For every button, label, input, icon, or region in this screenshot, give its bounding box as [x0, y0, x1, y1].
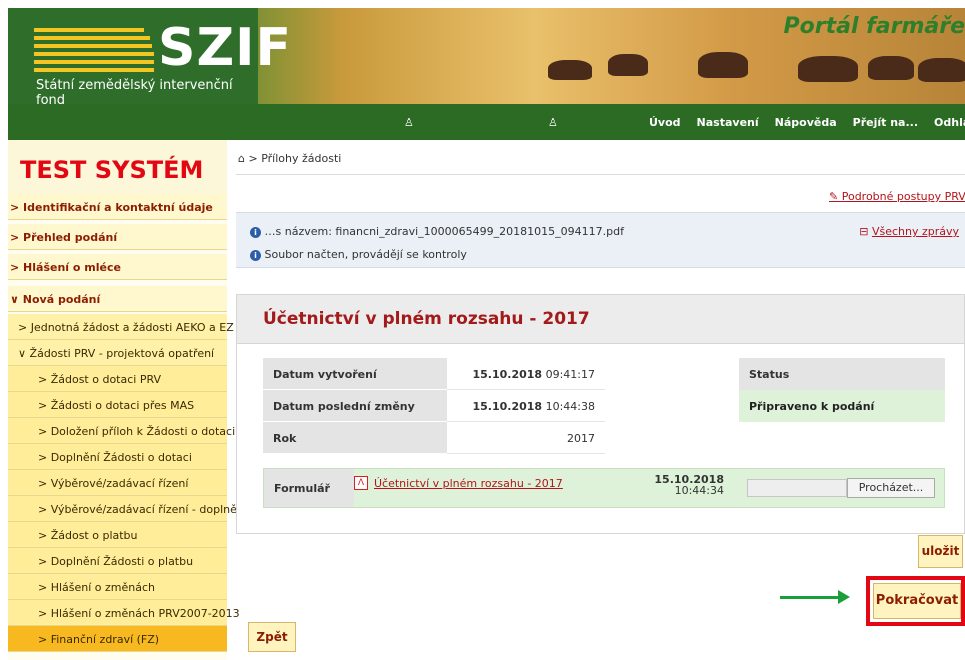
- all-messages-text: Všechny zprávy: [871, 225, 959, 238]
- sidebar-item-zadost-platbu[interactable]: > Žádost o platbu: [8, 522, 227, 548]
- sidebar-item-hlaseni-prv2007[interactable]: > Hlášení o změnách PRV2007-2013: [8, 600, 240, 626]
- created-date: 15.10.2018: [472, 368, 543, 381]
- arrow-icon: [780, 590, 850, 604]
- sidebar-item-jednotna-zadost[interactable]: > Jednotná žádost a žádosti AEKO a EZ: [8, 314, 234, 340]
- browse-button[interactable]: Procházet...: [847, 478, 935, 498]
- portal-title: Portál farmáře: [783, 14, 965, 39]
- collapse-icon: ⊟: [859, 225, 869, 238]
- sidebar-item-prv-projektova[interactable]: ∨ Žádosti PRV - projektová opatření: [8, 340, 227, 366]
- user-icon[interactable]: ♙: [548, 116, 560, 129]
- sidebar-item-prehled[interactable]: > Přehled podání: [8, 224, 227, 250]
- cow-image: [798, 56, 858, 82]
- pdf-icon: Λ: [354, 476, 368, 490]
- form-date-time: 10:44:34: [674, 484, 724, 497]
- cow-image: [548, 60, 592, 80]
- sidebar-item-mleko[interactable]: > Hlášení o mléce: [8, 254, 227, 280]
- continue-button[interactable]: Pokračovat: [873, 583, 961, 619]
- info-icon: i: [250, 250, 261, 261]
- modified-value: 15.10.2018 10:44:38: [447, 390, 605, 422]
- nav-nastaveni[interactable]: Nastavení: [689, 116, 767, 129]
- divider: [236, 174, 965, 175]
- help-link-text: Podrobné postupy PRV: [841, 190, 965, 203]
- nav-prejit-na[interactable]: Přejít na...: [845, 116, 926, 129]
- form-link[interactable]: Účetnictví v plném rozsahu - 2017: [374, 477, 563, 490]
- info-icon: i: [250, 227, 261, 238]
- modified-date: 15.10.2018: [472, 400, 543, 413]
- message-text: …s názvem: financni_zdravi_1000065499_20…: [264, 225, 624, 238]
- status-value: Připraveno k podání: [739, 390, 945, 422]
- logo-area[interactable]: SZIF Státní zemědělský intervenční fond: [8, 8, 291, 104]
- sidebar-item-zadost-dotace-prv[interactable]: > Žádost o dotaci PRV: [8, 366, 227, 392]
- logo-stripes-icon: [34, 22, 154, 78]
- created-label: Datum vytvoření: [263, 358, 447, 390]
- sidebar-item-nova-podani[interactable]: ∨ Nová podání: [8, 286, 227, 312]
- header-banner: SZIF Státní zemědělský intervenční fond …: [8, 8, 965, 104]
- message-line: i Soubor načten, provádějí se kontroly: [250, 248, 467, 261]
- created-time: 09:41:17: [545, 368, 595, 381]
- form-label: Formulář: [264, 469, 354, 507]
- top-navbar: ♙ ♙ Úvod Nastavení Nápověda Přejít na...…: [8, 104, 965, 140]
- nav-odhlasit[interactable]: Odhlásit: [926, 116, 965, 129]
- panel-header: Účetnictví v plném rozsahu - 2017: [236, 294, 965, 344]
- sidebar: TEST SYSTÉM > Identifikační a kontaktní …: [8, 140, 247, 660]
- help-procedures-link[interactable]: ✎ Podrobné postupy PRV: [829, 190, 965, 203]
- breadcrumb: ⌂ > Přílohy žádosti: [238, 152, 341, 165]
- sidebar-item-financni-zdravi[interactable]: > Finanční zdraví (FZ): [8, 626, 227, 652]
- back-button[interactable]: Zpět: [248, 622, 296, 652]
- test-system-title: TEST SYSTÉM: [8, 140, 227, 194]
- sidebar-item-vyberove-rizeni[interactable]: > Výběrové/zadávací řízení: [8, 470, 227, 496]
- sidebar-item-doplneni-dotace[interactable]: > Doplnění Žádosti o dotaci: [8, 444, 227, 470]
- all-messages-link[interactable]: ⊟ Všechny zprávy: [859, 225, 959, 238]
- cow-image: [698, 52, 748, 78]
- cow-image: [608, 54, 648, 76]
- created-value: 15.10.2018 09:41:17: [447, 358, 605, 390]
- panel-title: Účetnictví v plném rozsahu - 2017: [263, 309, 590, 329]
- form-date: 15.10.2018 10:44:34: [634, 474, 724, 496]
- nav-uvod[interactable]: Úvod: [641, 116, 689, 129]
- cow-image: [868, 56, 914, 80]
- nav-links: Úvod Nastavení Nápověda Přejít na... Odh…: [641, 104, 965, 140]
- sidebar-item-dolozeni-priloh[interactable]: > Doložení příloh k Žádosti o dotaci: [8, 418, 235, 444]
- sidebar-item-dotace-mas[interactable]: > Žádosti o dotaci přes MAS: [8, 392, 227, 418]
- sidebar-item-identifikacni[interactable]: > Identifikační a kontaktní údaje: [8, 194, 227, 220]
- sidebar-item-doplneni-platbu[interactable]: > Doplnění Žádosti o platbu: [8, 548, 227, 574]
- year-value: 2017: [447, 422, 605, 454]
- message-box: i …s názvem: financni_zdravi_1000065499_…: [236, 212, 965, 268]
- breadcrumb-text: > Přílohy žádosti: [248, 152, 342, 165]
- year-label: Rok: [263, 422, 447, 454]
- form-row: Formulář Λ Účetnictví v plném rozsahu - …: [263, 468, 945, 508]
- modified-label: Datum poslední změny: [263, 390, 447, 422]
- home-icon[interactable]: ⌂: [238, 152, 245, 165]
- file-path-input[interactable]: [747, 479, 847, 497]
- message-line: i …s názvem: financni_zdravi_1000065499_…: [250, 225, 624, 238]
- user-icon[interactable]: ♙: [404, 116, 416, 129]
- sidebar-item-vyberove-doplneni[interactable]: > Výběrové/zadávací řízení - doplnění: [8, 496, 247, 522]
- logo-text: SZIF: [158, 18, 293, 78]
- nav-napoveda[interactable]: Nápověda: [767, 116, 845, 129]
- org-name: Státní zemědělský intervenční fond: [36, 78, 233, 104]
- cow-image: [918, 58, 965, 82]
- modified-time: 10:44:38: [545, 400, 595, 413]
- sidebar-item-hlaseni-zmenach[interactable]: > Hlášení o změnách: [8, 574, 227, 600]
- message-text: Soubor načten, provádějí se kontroly: [264, 248, 467, 261]
- save-button[interactable]: uložit: [918, 535, 963, 568]
- status-label: Status: [739, 358, 945, 390]
- help-icon: ✎: [829, 190, 839, 203]
